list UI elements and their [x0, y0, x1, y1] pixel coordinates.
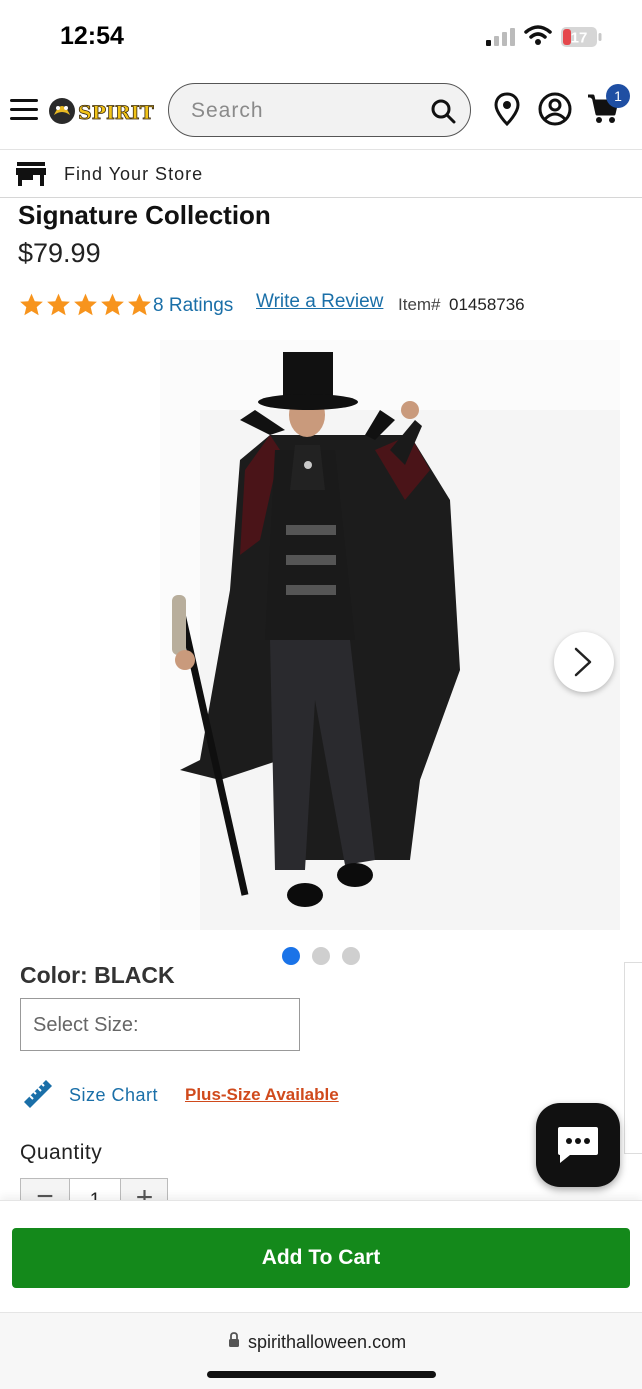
product-title: Signature Collection — [18, 200, 271, 230]
battery-level: 17 — [571, 30, 588, 47]
carousel-dot-1[interactable] — [282, 947, 300, 965]
search-input[interactable] — [191, 96, 421, 126]
chat-bubble-icon — [558, 1127, 598, 1163]
sticky-cart-bar: Add To Cart — [0, 1200, 642, 1312]
add-to-cart-button[interactable]: Add To Cart — [12, 1228, 630, 1288]
item-number-value: 01458736 — [449, 295, 525, 314]
quantity-label: Quantity — [20, 1141, 103, 1164]
size-select[interactable]: Select Size: — [20, 998, 300, 1051]
product-image[interactable] — [160, 340, 620, 930]
next-image-button[interactable] — [554, 632, 614, 692]
site-header: SPIRIT 1 — [0, 72, 642, 150]
chevron-right-icon — [574, 647, 592, 677]
search-icon[interactable] — [430, 98, 456, 124]
side-panel-edge — [624, 962, 642, 1154]
account-icon[interactable] — [538, 92, 572, 126]
carousel-dot-3[interactable] — [342, 947, 360, 965]
url-text[interactable]: spirithalloween.com — [248, 1332, 406, 1353]
location-pin-icon[interactable] — [494, 92, 520, 126]
status-bar: 12:54 17 — [0, 0, 642, 72]
ruler-icon — [24, 1080, 52, 1108]
store-icon — [16, 162, 46, 186]
search-box[interactable] — [168, 83, 471, 137]
write-review-link[interactable]: Write a Review — [256, 291, 383, 313]
hamburger-menu-icon[interactable] — [10, 99, 38, 121]
product-price: $79.99 — [18, 238, 101, 268]
find-store-label[interactable]: Find Your Store — [64, 164, 203, 185]
star-rating[interactable] — [18, 292, 153, 318]
lock-icon — [229, 1332, 239, 1347]
spirit-logo[interactable]: SPIRIT — [48, 93, 156, 129]
size-chart-link[interactable]: Size Chart — [69, 1085, 158, 1106]
find-store-bar[interactable]: Find Your Store — [0, 150, 642, 198]
plus-size-link[interactable]: Plus-Size Available — [185, 1085, 339, 1105]
star-icon — [20, 293, 43, 316]
star-icon — [128, 293, 151, 316]
star-icon — [74, 293, 97, 316]
battery-icon: 17 — [561, 27, 602, 47]
chat-button[interactable] — [536, 1103, 620, 1187]
wifi-icon — [524, 25, 552, 45]
browser-url-bar[interactable]: spirithalloween.com — [0, 1312, 642, 1389]
logo-text: SPIRIT — [78, 102, 154, 124]
signal-icon — [486, 28, 515, 46]
carousel-dot-2[interactable] — [312, 947, 330, 965]
size-select-placeholder: Select Size: — [33, 1014, 139, 1036]
color-label: Color: BLACK — [20, 962, 175, 988]
status-time: 12:54 — [60, 22, 124, 50]
cart-count-badge[interactable]: 1 — [606, 84, 630, 108]
item-number-label: Item# — [398, 295, 441, 314]
star-icon — [47, 293, 70, 316]
star-icon — [101, 293, 124, 316]
home-indicator[interactable] — [207, 1371, 436, 1378]
image-carousel-dots — [282, 947, 372, 965]
ratings-count-link[interactable]: 8 Ratings — [153, 295, 233, 317]
